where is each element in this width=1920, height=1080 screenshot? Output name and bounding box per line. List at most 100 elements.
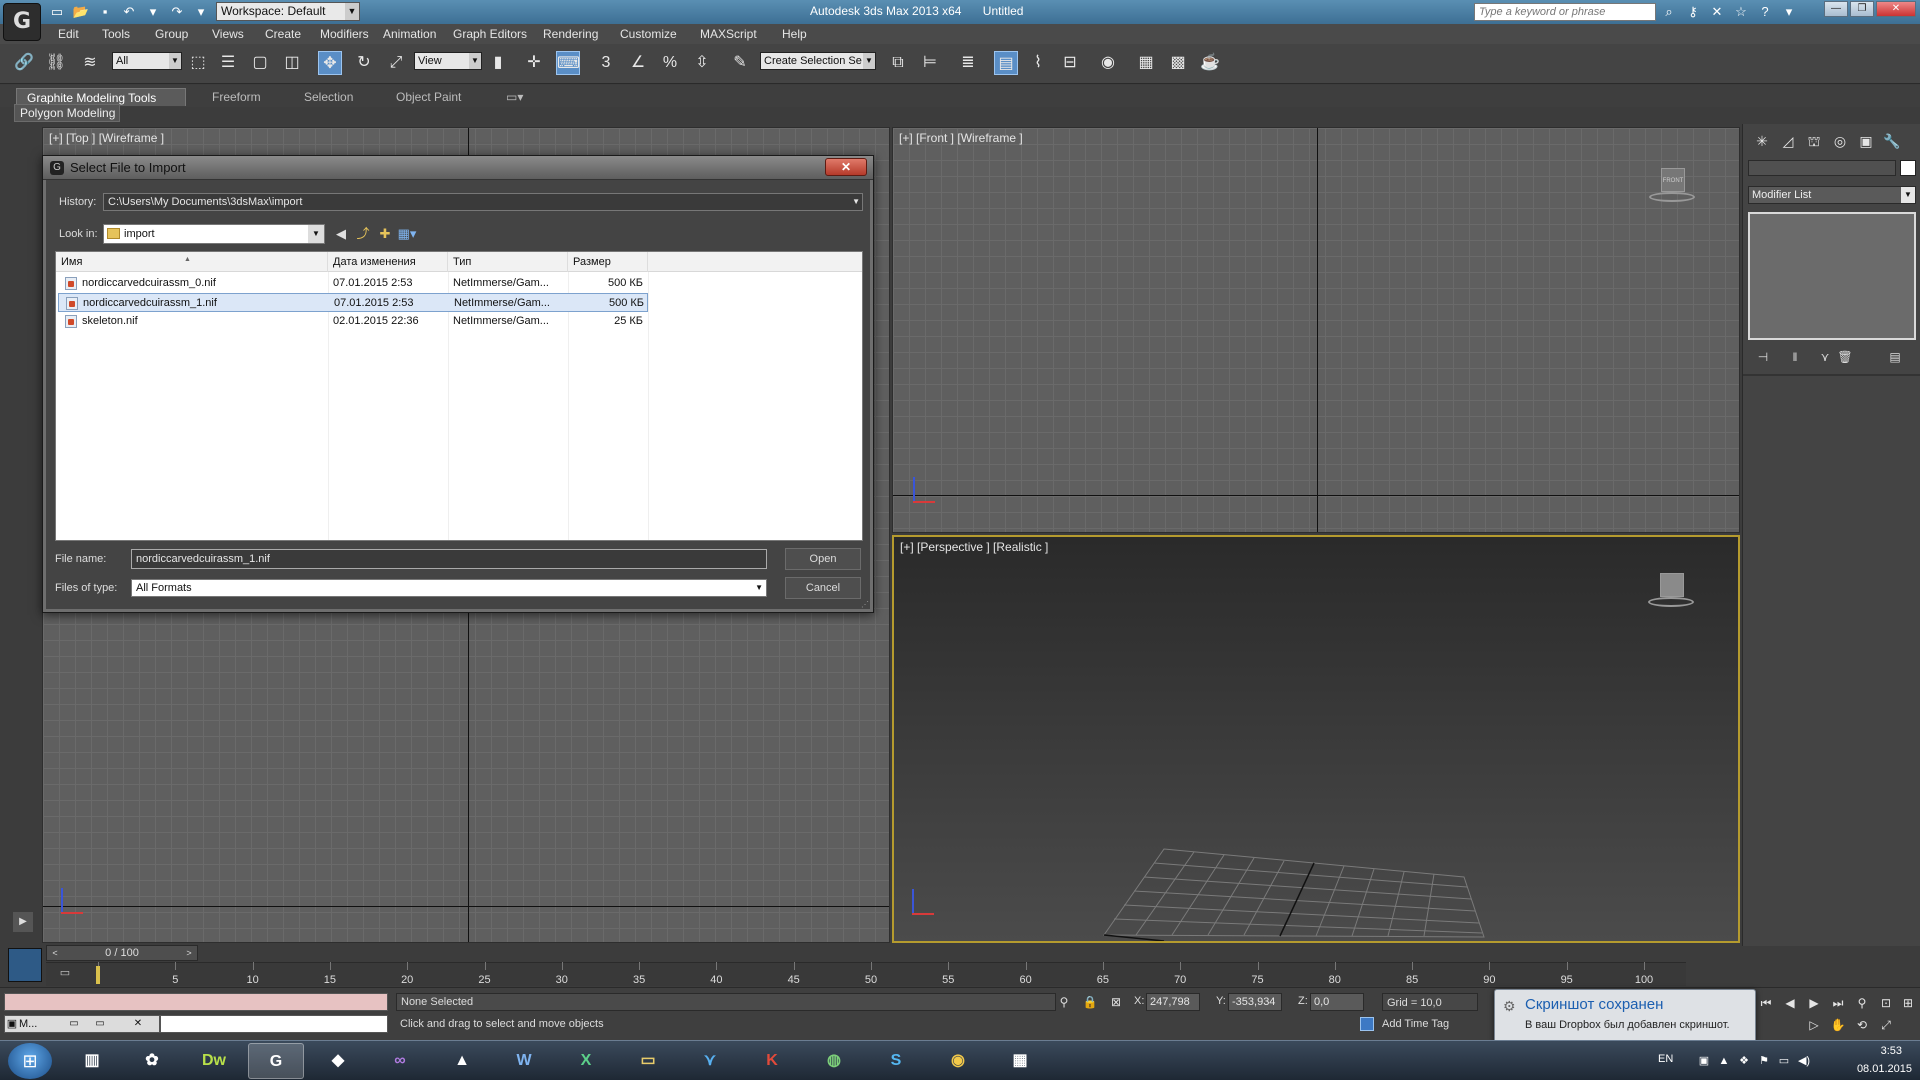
menu-help[interactable]: Help <box>782 27 807 41</box>
new-file-icon[interactable]: ▭ <box>48 3 66 21</box>
taskbar-excel[interactable]: X <box>558 1043 614 1079</box>
clock-time[interactable]: 3:53 <box>1881 1045 1902 1057</box>
absolute-mode-transform-icon[interactable]: ⊠ <box>1108 994 1124 1010</box>
configure-modifier-sets-icon[interactable]: ▤ <box>1885 348 1905 366</box>
selection-filter-select[interactable]: All ▼ <box>112 52 182 70</box>
viewport-layout-button[interactable] <box>8 948 42 982</box>
viewport-top-label[interactable]: [+] [Top ] [Wireframe ] <box>49 131 164 145</box>
time-slider[interactable]: < 0 / 100 > <box>46 945 198 961</box>
material-editor-icon[interactable]: ◉ <box>1096 51 1120 75</box>
modify-tab-icon[interactable]: ◿ <box>1777 130 1799 152</box>
files-of-type-select[interactable]: All Formats ▼ <box>131 579 767 597</box>
maxscript-mini-listener[interactable]: ▣ M... ▭ ▭ ✕ <box>4 1015 160 1033</box>
save-file-icon[interactable]: ▪ <box>96 3 114 21</box>
named-selection-set-select[interactable]: Create Selection Se ▼ <box>760 52 876 70</box>
render-setup-icon[interactable]: ▦ <box>1134 51 1158 75</box>
taskbar-explorer[interactable]: ▥ <box>64 1043 120 1079</box>
viewport-front-label[interactable]: [+] [Front ] [Wireframe ] <box>899 131 1023 145</box>
taskbar-app2[interactable]: ⋎ <box>682 1043 738 1079</box>
render-production-icon[interactable]: ☕ <box>1198 51 1222 75</box>
new-folder-icon[interactable]: ✚ <box>375 225 395 243</box>
time-slider-prev-icon[interactable]: < <box>49 946 61 960</box>
column-type[interactable]: Тип <box>448 252 568 272</box>
maxscript-listener-input[interactable] <box>4 993 388 1011</box>
snaps-toggle-icon[interactable]: 3 <box>594 51 618 75</box>
hierarchy-tab-icon[interactable]: ⛫ <box>1803 130 1825 152</box>
previous-frame-icon[interactable]: ◀ <box>1780 994 1800 1012</box>
manipulate-icon[interactable]: ✛ <box>522 51 546 75</box>
listener-close-icon[interactable]: ✕ <box>129 1016 147 1032</box>
time-slider-handle[interactable] <box>96 966 100 984</box>
select-and-move-icon[interactable]: ✥ <box>318 51 342 75</box>
keyboard-shortcut-override-icon[interactable]: ⌨ <box>556 51 580 75</box>
utilities-tab-icon[interactable]: 🔧 <box>1881 130 1903 152</box>
help-icon[interactable]: ? <box>1756 2 1774 22</box>
tray-network-icon[interactable]: ▭ <box>1776 1053 1792 1069</box>
dialog-title-bar[interactable]: G Select File to Import ✕ <box>43 156 873 180</box>
go-to-end-icon[interactable]: ⏭ <box>1828 994 1848 1012</box>
menu-edit[interactable]: Edit <box>58 27 79 41</box>
object-name-input[interactable] <box>1748 160 1896 176</box>
select-and-rotate-icon[interactable]: ↻ <box>352 51 376 75</box>
start-button[interactable]: ⊞ <box>8 1043 52 1079</box>
restore-button[interactable]: ❐ <box>1850 1 1874 17</box>
select-and-scale-icon[interactable]: ⤢ <box>384 51 408 75</box>
percent-snap-icon[interactable]: % <box>658 51 682 75</box>
taskbar-app[interactable]: ◆ <box>310 1043 366 1079</box>
menu-modifiers[interactable]: Modifiers <box>320 27 369 41</box>
open-file-icon[interactable]: 📂 <box>72 3 90 21</box>
make-unique-icon[interactable]: ⋎ <box>1815 348 1835 366</box>
zoom-extents-icon[interactable]: ⊡ <box>1876 994 1896 1012</box>
modifier-stack[interactable] <box>1748 212 1916 340</box>
tray-flag-icon[interactable]: ⚑ <box>1756 1053 1772 1069</box>
listener-restore-icon[interactable]: ▭ <box>91 1016 109 1032</box>
remove-modifier-icon[interactable]: 🗑 <box>1835 348 1855 366</box>
spinner-snap-icon[interactable]: ⇳ <box>690 51 714 75</box>
history-select[interactable]: C:\Users\My Documents\3dsMax\import ▼ <box>103 193 863 211</box>
selection-lock-icon[interactable]: 🔒 <box>1082 994 1098 1010</box>
z-coordinate-input[interactable]: 0,0 <box>1310 993 1364 1011</box>
menu-customize[interactable]: Customize <box>620 27 677 41</box>
close-button[interactable]: ✕ <box>1876 1 1916 17</box>
select-object-icon[interactable]: ⬚ <box>186 51 210 75</box>
menu-tools[interactable]: Tools <box>102 27 130 41</box>
modifier-list-select[interactable]: Modifier List ▼ <box>1748 186 1916 204</box>
tray-drive-icon[interactable]: ▲ <box>1716 1053 1732 1069</box>
orbit-icon[interactable]: ⟲ <box>1852 1016 1872 1034</box>
reference-coordinate-select[interactable]: View ▼ <box>414 52 482 70</box>
clock-date[interactable]: 08.01.2015 <box>1857 1063 1912 1075</box>
unlink-icon[interactable]: ⛓ <box>44 51 68 75</box>
viewport-perspective[interactable]: [+] [Perspective ] [Realistic ] <box>892 535 1740 943</box>
maximize-viewport-icon[interactable]: ⤢ <box>1876 1016 1896 1034</box>
graphite-toggle-icon[interactable]: ▤ <box>994 51 1018 75</box>
x-coordinate-input[interactable]: 247,798 <box>1146 993 1200 1011</box>
layer-manager-icon[interactable]: ≣ <box>956 51 980 75</box>
create-tab-icon[interactable]: ✳ <box>1751 130 1773 152</box>
pivot-center-icon[interactable]: ▮ <box>486 51 510 75</box>
viewport-perspective-label[interactable]: [+] [Perspective ] [Realistic ] <box>900 540 1048 554</box>
tray-volume-icon[interactable]: ◀) <box>1796 1053 1812 1069</box>
key-icon[interactable]: ⚷ <box>1684 2 1702 22</box>
viewcube-icon[interactable]: FRONT <box>1649 168 1695 208</box>
isolate-selection-icon[interactable]: ⚲ <box>1056 994 1072 1010</box>
rendered-frame-window-icon[interactable]: ▩ <box>1166 51 1190 75</box>
curve-editor-icon[interactable]: ⌇ <box>1026 51 1050 75</box>
binoculars-icon[interactable]: ⌕ <box>1660 2 1678 22</box>
taskbar-acrobat[interactable]: ▲ <box>434 1043 490 1079</box>
maxscript-output-field[interactable] <box>160 1015 388 1033</box>
listener-min-icon[interactable]: ▭ <box>65 1016 83 1032</box>
align-icon[interactable]: ⊨ <box>918 51 942 75</box>
viewport-expand-icon[interactable]: ▶ <box>13 912 33 932</box>
pan-view-icon[interactable]: ✋ <box>1828 1016 1848 1034</box>
next-frame-icon[interactable]: ▶ <box>1804 994 1824 1012</box>
motion-tab-icon[interactable]: ◎ <box>1829 130 1851 152</box>
mirror-icon[interactable]: ⧉ <box>886 51 910 75</box>
link-icon[interactable]: 🔗 <box>12 51 36 75</box>
dropbox-notification[interactable]: ⚙ Скриншот сохранен В ваш Dropbox был до… <box>1494 989 1756 1043</box>
menu-group[interactable]: Group <box>155 27 188 41</box>
tab-freeform[interactable]: Freeform <box>202 88 271 106</box>
dialog-close-button[interactable]: ✕ <box>825 158 867 176</box>
tab-object-paint[interactable]: Object Paint <box>386 88 471 106</box>
up-folder-icon[interactable]: ⤴ <box>353 225 373 243</box>
help-search-input[interactable]: Type a keyword or phrase <box>1474 3 1656 21</box>
